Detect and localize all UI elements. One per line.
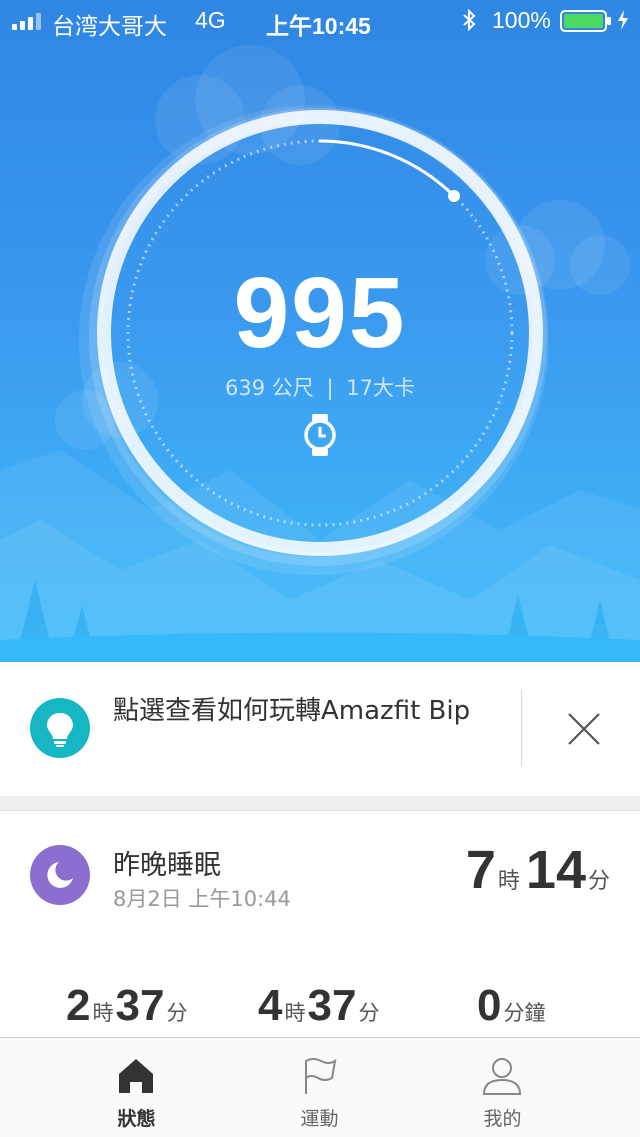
tip-card[interactable]: 點選查看如何玩轉Amazfit Bip xyxy=(0,662,640,797)
activity-hero[interactable]: 台湾大哥大 4G 上午10:45 100% 995 639 公尺 | 17大卡 xyxy=(0,0,640,662)
sleep-title: 昨晚睡眠 xyxy=(113,850,221,881)
section-gap xyxy=(0,796,640,811)
minutes-unit: 分 xyxy=(358,1001,380,1025)
divider xyxy=(521,690,522,766)
lightbulb-icon xyxy=(30,698,90,758)
hours-unit: 時 xyxy=(92,1001,114,1025)
step-count: 995 xyxy=(233,257,407,369)
awake-duration: 0分鐘 xyxy=(477,981,547,1031)
tab-label: 運動 xyxy=(300,1108,339,1130)
home-icon xyxy=(119,1059,153,1093)
close-icon[interactable] xyxy=(566,711,602,747)
svg-text:z: z xyxy=(63,863,69,876)
total-hours: 7 xyxy=(465,840,496,900)
tab-profile[interactable]: 我的 xyxy=(396,1038,609,1137)
tab-bar: 狀態 運動 我的 xyxy=(0,1037,640,1137)
deep-hours: 2 xyxy=(66,981,91,1030)
tab-label: 我的 xyxy=(483,1108,522,1130)
total-minutes: 14 xyxy=(525,840,586,900)
tab-status[interactable]: 狀態 xyxy=(30,1038,243,1137)
sleep-card[interactable]: z 昨晚睡眠 8月2日 上午10:44 7時 14分 2時37分 4時37分 0分… xyxy=(0,811,640,1037)
tab-label: 狀態 xyxy=(117,1108,156,1130)
separator: | xyxy=(326,376,334,400)
minutes-unit: 分 xyxy=(166,1001,188,1025)
watch-icon[interactable] xyxy=(302,412,338,458)
tip-text[interactable]: 點選查看如何玩轉Amazfit Bip xyxy=(113,694,493,729)
light-minutes: 37 xyxy=(307,981,357,1030)
light-sleep-duration: 4時37分 xyxy=(258,981,381,1031)
sleep-date: 8月2日 上午10:44 xyxy=(113,887,291,911)
awake-value: 0 xyxy=(477,981,502,1030)
hours-unit: 時 xyxy=(497,869,520,894)
awake-unit: 分鐘 xyxy=(503,1001,546,1025)
deep-sleep-duration: 2時37分 xyxy=(66,981,189,1031)
hours-unit: 時 xyxy=(284,1001,306,1025)
moon-icon: z xyxy=(30,845,90,905)
person-icon xyxy=(482,1058,522,1095)
sleep-total: 7時 14分 xyxy=(466,839,610,901)
flag-icon xyxy=(305,1058,337,1094)
light-hours: 4 xyxy=(258,981,283,1030)
distance-value: 639 公尺 xyxy=(225,376,314,400)
calories-value: 17大卡 xyxy=(346,376,415,400)
deep-minutes: 37 xyxy=(115,981,165,1030)
distance-calories: 639 公尺 | 17大卡 xyxy=(120,372,520,402)
minutes-unit: 分 xyxy=(587,869,610,894)
tab-workout[interactable]: 運動 xyxy=(213,1038,426,1137)
